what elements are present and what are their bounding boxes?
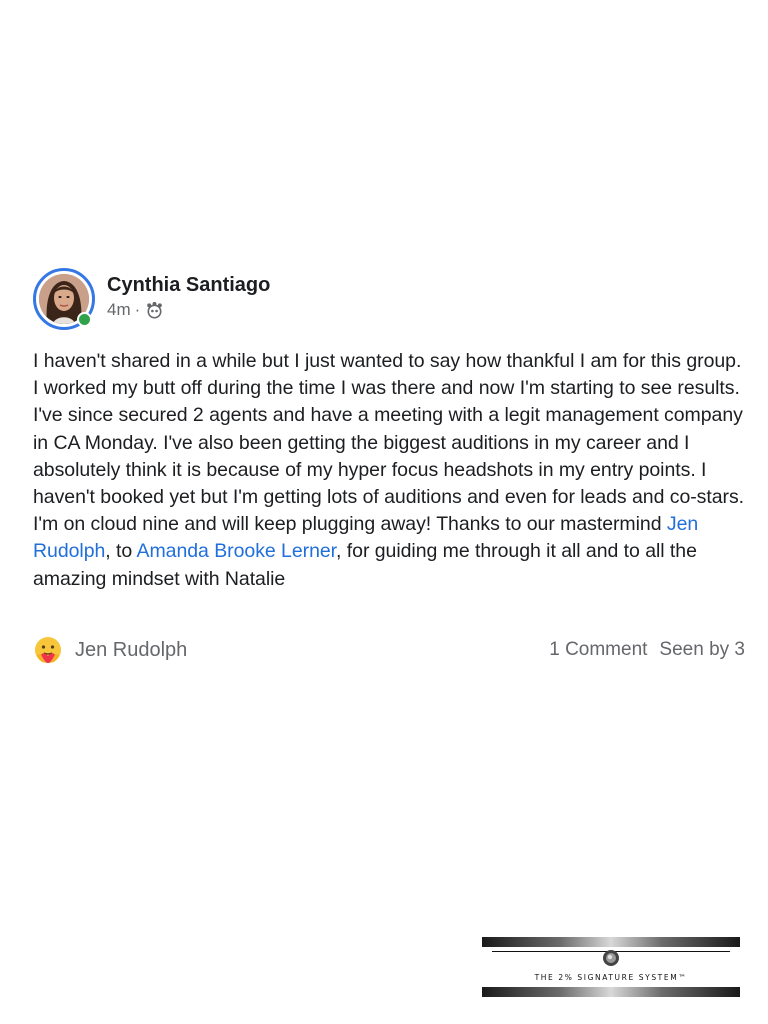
post-text-1: I haven't shared in a while but I just w… [33, 350, 745, 536]
post-header: Cynthia Santiago 4m · [33, 268, 745, 332]
post-footer: Jen Rudolph 1 Comment Seen by 3 [33, 632, 745, 668]
comment-count[interactable]: 1 Comment [549, 639, 647, 661]
author-avatar[interactable] [33, 268, 95, 330]
reactor-name[interactable]: Jen Rudolph [75, 639, 187, 662]
post-body: I haven't shared in a while but I just w… [33, 348, 745, 593]
care-reaction-icon[interactable] [33, 635, 63, 665]
seen-by-count[interactable]: Seen by 3 [659, 639, 745, 661]
mention-amanda-brooke-lerner[interactable]: Amanda Brooke Lerner [137, 540, 337, 562]
post-timestamp[interactable]: 4m [107, 300, 131, 320]
signature-system-logo: THE 2% SIGNATURE SYSTEM™ [482, 935, 740, 997]
logo-bar-bottom [482, 987, 740, 997]
post: Cynthia Santiago 4m · I haven't shared i… [33, 268, 745, 663]
meta-separator: · [134, 300, 141, 319]
author-name[interactable]: Cynthia Santiago [107, 274, 270, 296]
post-meta: 4m · [107, 300, 270, 320]
group-audience-icon[interactable] [146, 301, 163, 319]
emblem-icon [603, 950, 619, 966]
post-text-2: , to [105, 540, 137, 563]
logo-text: THE 2% SIGNATURE SYSTEM™ [534, 973, 688, 982]
logo-bar-top [482, 937, 740, 947]
online-status-dot [77, 312, 92, 327]
